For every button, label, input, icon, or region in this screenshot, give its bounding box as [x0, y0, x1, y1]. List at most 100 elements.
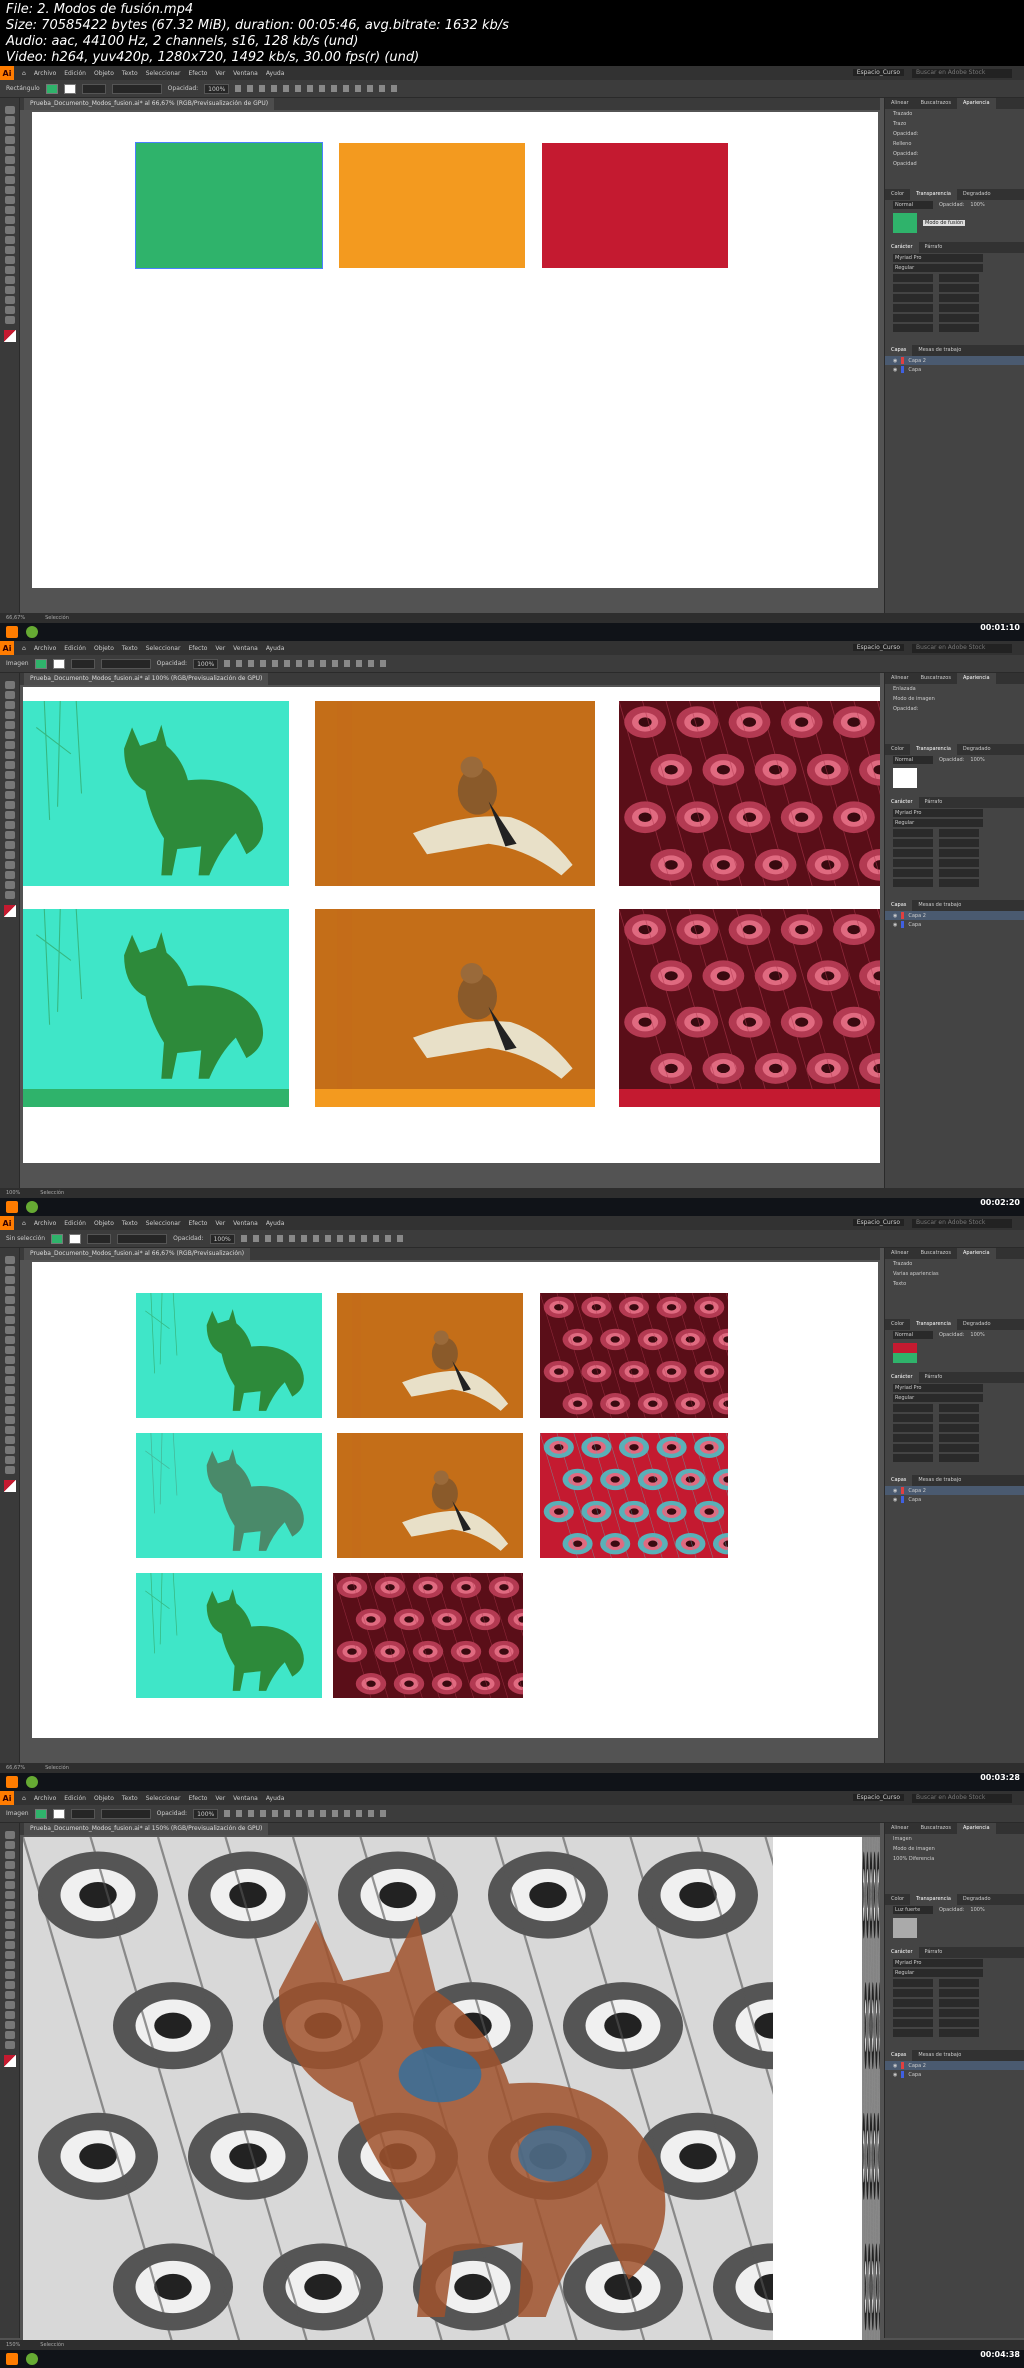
- align-icon[interactable]: [308, 660, 315, 667]
- tool-icon[interactable]: [5, 216, 15, 224]
- character-field[interactable]: [893, 284, 933, 292]
- character-field[interactable]: [939, 879, 979, 887]
- align-icon[interactable]: [367, 85, 374, 92]
- panel-tab[interactable]: Capas: [885, 2050, 913, 2061]
- eye-icon[interactable]: ◉: [893, 913, 897, 919]
- eye-icon[interactable]: ◉: [893, 1497, 897, 1503]
- character-field[interactable]: [939, 2029, 979, 2037]
- character-field[interactable]: [893, 859, 933, 867]
- opacity-value[interactable]: 100%: [970, 1907, 984, 1913]
- align-icon[interactable]: [324, 1235, 331, 1242]
- character-field[interactable]: [893, 274, 933, 282]
- tool-icon[interactable]: [5, 1436, 15, 1444]
- character-field[interactable]: [893, 1414, 933, 1422]
- character-field[interactable]: [939, 314, 979, 322]
- panel-tab[interactable]: Mesas de trabajo: [912, 1475, 967, 1486]
- menu-item[interactable]: Efecto: [188, 1220, 207, 1227]
- document-tab[interactable]: Prueba_Documento_Modos_fusion.ai* al 150…: [24, 1823, 269, 1835]
- tool-icon[interactable]: [5, 2001, 15, 2009]
- align-icon[interactable]: [235, 85, 242, 92]
- character-field[interactable]: [939, 324, 979, 332]
- panel-tab[interactable]: Mesas de trabajo: [912, 345, 967, 356]
- character-field[interactable]: [893, 304, 933, 312]
- tool-icon[interactable]: [5, 266, 15, 274]
- tool-icon[interactable]: [5, 681, 15, 689]
- appearance-row[interactable]: Trazo: [885, 119, 1024, 129]
- appearance-row[interactable]: Texto: [885, 1279, 1024, 1289]
- illustrator-taskbar-icon[interactable]: [6, 626, 18, 638]
- fox-image-cyan-2[interactable]: [23, 909, 289, 1089]
- panel-tab[interactable]: Alinear: [885, 1248, 915, 1259]
- appearance-row[interactable]: Enlazada: [885, 684, 1024, 694]
- fox-image-cyan-3[interactable]: [136, 1573, 322, 1698]
- appearance-row[interactable]: Imagen: [885, 1834, 1024, 1844]
- align-icon[interactable]: [356, 660, 363, 667]
- app-taskbar-icon[interactable]: [26, 626, 38, 638]
- menu-item[interactable]: Objeto: [94, 1220, 114, 1227]
- artboard[interactable]: [32, 1262, 878, 1738]
- align-icon[interactable]: [320, 660, 327, 667]
- eye-icon[interactable]: ◉: [893, 922, 897, 928]
- align-icon[interactable]: [272, 1810, 279, 1817]
- tool-icon[interactable]: [5, 1456, 15, 1464]
- tool-icon[interactable]: [5, 1426, 15, 1434]
- appearance-row[interactable]: Varias apariencias: [885, 1269, 1024, 1279]
- artboard[interactable]: [32, 112, 878, 588]
- tool-icon[interactable]: [5, 286, 15, 294]
- align-icon[interactable]: [344, 1810, 351, 1817]
- align-icon[interactable]: [343, 85, 350, 92]
- home-icon[interactable]: ⌂: [22, 70, 26, 77]
- fill-swatch[interactable]: [34, 1808, 47, 1819]
- align-icon[interactable]: [284, 660, 291, 667]
- red-rectangle[interactable]: [542, 143, 728, 268]
- menu-item[interactable]: Archivo: [34, 645, 56, 652]
- tool-icon[interactable]: [5, 881, 15, 889]
- character-field[interactable]: [893, 839, 933, 847]
- peacock-image-red[interactable]: [619, 701, 880, 886]
- appearance-row[interactable]: Opacidad:: [885, 149, 1024, 159]
- green-rectangle[interactable]: [23, 1089, 289, 1107]
- align-icon[interactable]: [252, 1235, 259, 1242]
- character-field[interactable]: [893, 849, 933, 857]
- align-icon[interactable]: [236, 660, 243, 667]
- tool-icon[interactable]: [5, 1376, 15, 1384]
- app-taskbar-icon[interactable]: [26, 2353, 38, 2365]
- tool-icon[interactable]: [5, 1961, 15, 1969]
- opacity-field[interactable]: 100%: [209, 1233, 235, 1244]
- panel-tab[interactable]: Carácter: [885, 1947, 919, 1958]
- stroke-weight-field[interactable]: [81, 83, 106, 94]
- stroke-weight-field[interactable]: [70, 1808, 95, 1819]
- tool-icon[interactable]: [5, 106, 15, 114]
- red-rectangle[interactable]: [619, 1089, 880, 1107]
- tool-icon[interactable]: [5, 226, 15, 234]
- align-icon[interactable]: [372, 1235, 379, 1242]
- font-style-select[interactable]: Regular: [893, 819, 983, 827]
- align-icon[interactable]: [300, 1235, 307, 1242]
- fill-stroke-icon[interactable]: [4, 2055, 16, 2067]
- panel-tab[interactable]: Alinear: [885, 1823, 915, 1834]
- tool-icon[interactable]: [5, 296, 15, 304]
- tool-icon[interactable]: [5, 831, 15, 839]
- tool-icon[interactable]: [5, 1336, 15, 1344]
- tool-icon[interactable]: [5, 1386, 15, 1394]
- align-icon[interactable]: [331, 85, 338, 92]
- tool-icon[interactable]: [5, 1296, 15, 1304]
- appearance-row[interactable]: Opacidad: [885, 159, 1024, 169]
- appearance-row[interactable]: Trazado: [885, 1259, 1024, 1269]
- menu-item[interactable]: Objeto: [94, 70, 114, 77]
- character-field[interactable]: [939, 1999, 979, 2007]
- tool-icon[interactable]: [5, 206, 15, 214]
- tool-icon[interactable]: [5, 871, 15, 879]
- menu-item[interactable]: Ayuda: [266, 70, 285, 77]
- opacity-field[interactable]: 100%: [204, 83, 230, 94]
- layer-row[interactable]: ◉ Capa 2: [885, 356, 1024, 365]
- align-icon[interactable]: [360, 1235, 367, 1242]
- layer-row[interactable]: ◉ Capa 2: [885, 1486, 1024, 1495]
- stroke-swatch[interactable]: [52, 1808, 65, 1819]
- align-icon[interactable]: [240, 1235, 247, 1242]
- zoom-level[interactable]: 100%: [6, 1190, 20, 1196]
- tool-icon[interactable]: [5, 801, 15, 809]
- tool-icon[interactable]: [5, 236, 15, 244]
- bird-image-orange[interactable]: [315, 701, 595, 886]
- menu-item[interactable]: Texto: [122, 1795, 138, 1802]
